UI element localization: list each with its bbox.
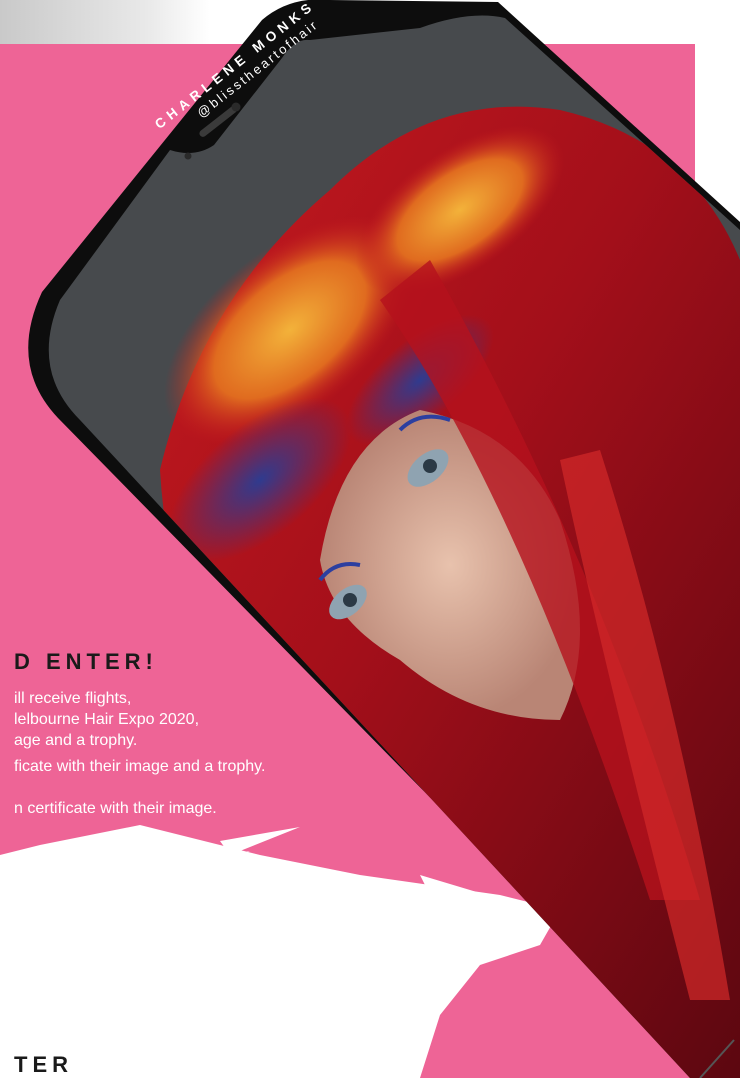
phone-screen bbox=[48, 15, 740, 1078]
smartphone-mockup bbox=[28, 0, 740, 1078]
front-camera-dot bbox=[184, 152, 192, 160]
front-camera bbox=[231, 102, 241, 112]
